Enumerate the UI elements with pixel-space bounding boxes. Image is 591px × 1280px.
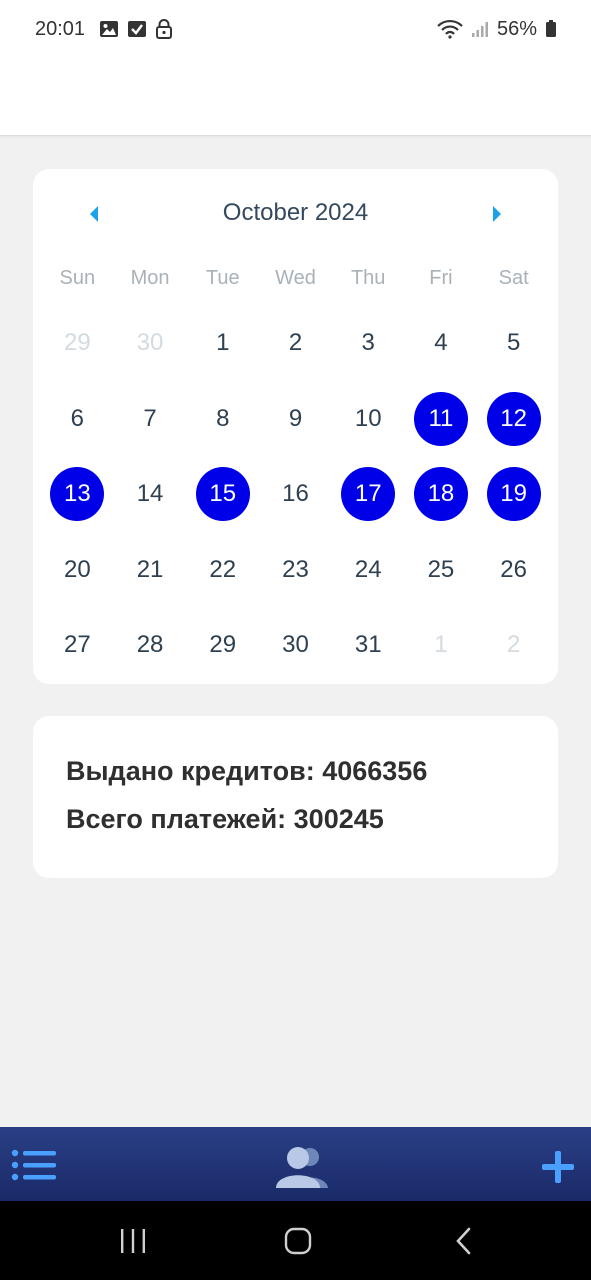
weekday-label: Wed xyxy=(275,267,316,289)
calendar-day[interactable]: 16 xyxy=(269,467,323,521)
weekday-header: Sun Mon Tue Wed Thu Fri Sat xyxy=(41,267,550,297)
calendar-day[interactable]: 6 xyxy=(50,392,104,446)
credits-issued-text: Выдано кредитов: 4066356 xyxy=(66,756,428,786)
calendar-day[interactable]: 1 xyxy=(414,618,468,672)
status-time: 20:01 xyxy=(35,17,86,40)
menu-list-icon[interactable] xyxy=(8,1147,60,1183)
weekday-label: Tue xyxy=(205,267,240,289)
calendar-day[interactable]: 29 xyxy=(196,618,250,672)
battery-icon xyxy=(545,20,557,38)
system-navigation-bar xyxy=(0,1201,591,1280)
calendar-day[interactable]: 1 xyxy=(196,316,250,370)
calendar-card: October 2024 Sun Mon Tue Wed Thu Fri Sat 29 30 1… xyxy=(33,169,558,684)
calendar-day[interactable]: 2 xyxy=(487,618,541,672)
calendar-day[interactable]: 10 xyxy=(341,392,395,446)
wifi-icon xyxy=(437,19,463,39)
checkbox-icon xyxy=(127,19,147,39)
calendar-day[interactable]: 29 xyxy=(50,316,104,370)
weekday-label: Sun xyxy=(59,267,96,289)
calendar-day-marked[interactable]: 19 xyxy=(486,467,541,521)
calendar-day[interactable]: 31 xyxy=(341,618,395,672)
users-icon[interactable] xyxy=(270,1143,334,1191)
plus-icon[interactable] xyxy=(538,1149,578,1185)
weekday-label: Mon xyxy=(130,267,170,289)
weekday-label: Thu xyxy=(350,267,386,289)
calendar-day[interactable]: 21 xyxy=(123,543,177,597)
calendar-day[interactable]: 8 xyxy=(196,392,250,446)
calendar-day[interactable]: 30 xyxy=(123,316,177,370)
status-bar: 20:01 56% xyxy=(0,0,591,58)
calendar-day-marked[interactable]: 13 xyxy=(50,467,105,521)
calendar-day[interactable]: 20 xyxy=(50,543,104,597)
back-icon[interactable] xyxy=(444,1223,484,1259)
next-month-button[interactable] xyxy=(482,199,512,229)
weekday-label: Sat xyxy=(498,267,529,289)
calendar-day[interactable]: 30 xyxy=(269,618,323,672)
total-payments-text: Всего платежей: 300245 xyxy=(66,804,384,834)
month-title: October 2024 xyxy=(222,199,369,226)
weekday-label: Fri xyxy=(429,267,453,289)
home-icon[interactable] xyxy=(278,1223,318,1259)
calendar-day[interactable]: 2 xyxy=(269,316,323,370)
lock-icon xyxy=(155,19,173,39)
recent-apps-icon[interactable] xyxy=(113,1223,153,1259)
calendar-day[interactable]: 7 xyxy=(123,392,177,446)
calendar-day[interactable]: 9 xyxy=(269,392,323,446)
calendar-day[interactable]: 4 xyxy=(414,316,468,370)
calendar-day[interactable]: 26 xyxy=(487,543,541,597)
calendar-day[interactable]: 27 xyxy=(50,618,104,672)
calendar-day-marked[interactable]: 18 xyxy=(413,467,468,521)
stats-card: Выдано кредитов: 4066356 Всего платежей:… xyxy=(33,716,558,878)
calendar-day[interactable]: 23 xyxy=(269,543,323,597)
calendar-day[interactable]: 14 xyxy=(123,467,177,521)
bottom-navigation xyxy=(0,1127,591,1201)
calendar-day-marked[interactable]: 17 xyxy=(341,467,396,521)
calendar-day[interactable]: 24 xyxy=(341,543,395,597)
calendar-day-marked[interactable]: 11 xyxy=(413,391,468,446)
calendar-day-marked[interactable]: 15 xyxy=(195,467,250,521)
app-header: 20:01 56% xyxy=(0,0,591,136)
calendar-day[interactable]: 25 xyxy=(414,543,468,597)
calendar-day-marked[interactable]: 12 xyxy=(486,391,541,446)
calendar-day[interactable]: 3 xyxy=(341,316,395,370)
battery-percent: 56% xyxy=(496,17,537,40)
signal-icon xyxy=(471,20,489,38)
calendar-day[interactable]: 5 xyxy=(487,316,541,370)
calendar-day[interactable]: 22 xyxy=(196,543,250,597)
gallery-icon xyxy=(99,19,119,39)
calendar-day[interactable]: 28 xyxy=(123,618,177,672)
